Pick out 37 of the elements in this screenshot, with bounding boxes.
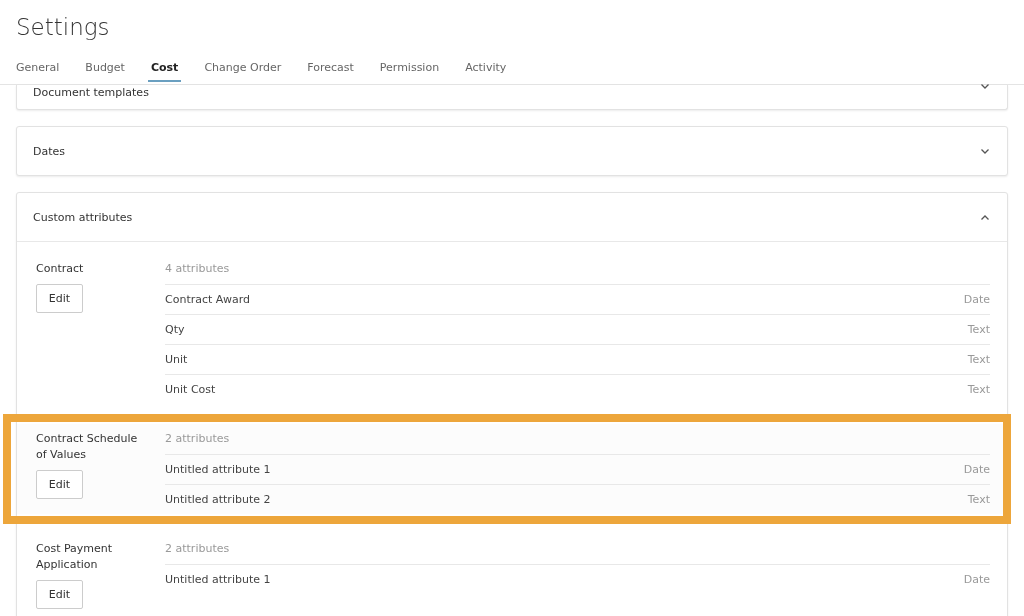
tab[interactable]: Forecast (304, 55, 357, 82)
edit-button[interactable]: Edit (36, 470, 83, 499)
attribute-type: Date (963, 572, 990, 588)
attribute-name: Untitled attribute 1 (165, 572, 271, 588)
tab[interactable]: General (13, 55, 63, 82)
tab[interactable]: Cost (147, 55, 182, 82)
attribute-type: Text (967, 352, 990, 368)
tab[interactable]: Budget (82, 55, 128, 82)
attribute-name: Contract Award (165, 292, 250, 308)
attribute-name: Qty (165, 322, 185, 338)
tab[interactable]: Permission (376, 55, 443, 82)
chevron-down-icon[interactable] (980, 147, 990, 155)
edit-button[interactable]: Edit (36, 284, 83, 313)
attribute-type: Text (967, 322, 990, 338)
tab[interactable]: Change Order (201, 55, 285, 82)
attribute-name: Untitled attribute 2 (165, 492, 271, 508)
attribute-count: 2 attributes (165, 541, 231, 557)
edit-button[interactable]: Edit (36, 580, 83, 609)
attribute-count: 4 attributes (165, 261, 231, 277)
chevron-down-icon[interactable] (980, 83, 990, 90)
attribute-type: Text (967, 382, 990, 398)
tab[interactable]: Activity (462, 55, 510, 82)
attribute-name: Unit (165, 352, 188, 368)
attribute-type: Date (963, 292, 990, 308)
section-title: Document templates (33, 86, 149, 99)
section-title: Custom attributes (33, 210, 133, 224)
attribute-type: Date (963, 462, 990, 478)
chevron-up-icon[interactable] (980, 213, 990, 221)
attribute-name: Untitled attribute 1 (165, 462, 271, 478)
group-name: Contract Schedule of Values (36, 431, 139, 463)
group-name: Contract (36, 261, 85, 277)
attribute-type: Text (967, 492, 990, 508)
group-name: Cost Payment Application (36, 541, 114, 573)
section-title: Dates (33, 144, 66, 158)
attribute-name: Unit Cost (165, 382, 216, 398)
attribute-count: 2 attributes (165, 431, 231, 447)
page-title: Settings (16, 13, 110, 42)
